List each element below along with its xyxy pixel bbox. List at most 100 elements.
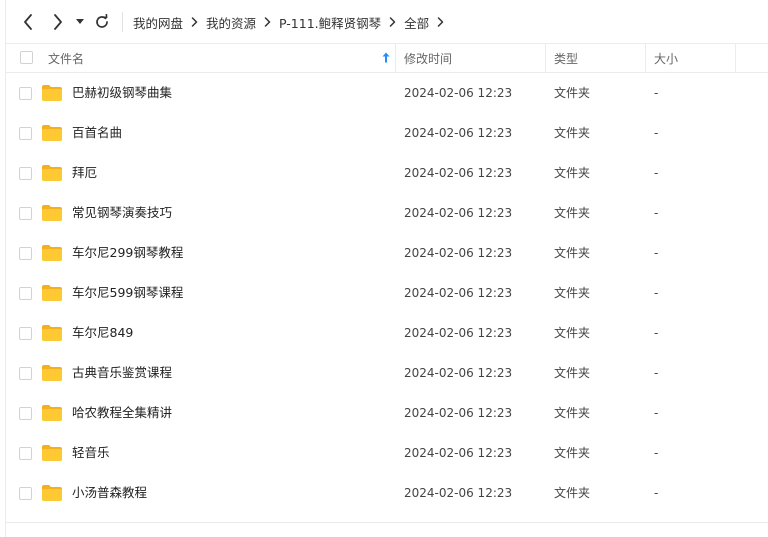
folder-icon [41,84,63,105]
column-divider[interactable] [645,44,646,72]
row-checkbox[interactable] [19,207,32,220]
file-type: 文件夹 [554,406,591,420]
breadcrumb-item-piano-folder[interactable]: P-111.鲍释贤钢琴 [279,13,381,32]
file-modified-time: 2024-02-06 12:23 [404,286,513,300]
chevron-right-icon [389,17,396,27]
file-size: - [654,366,659,380]
row-checkbox[interactable] [19,287,32,300]
select-all-checkbox[interactable] [20,51,33,64]
file-name[interactable]: 轻音乐 [72,433,110,473]
file-size: - [654,86,659,100]
file-type: 文件夹 [554,286,591,300]
file-row[interactable]: 哈农教程全集精讲 2024-02-06 12:23 文件夹 - [6,393,768,433]
breadcrumb-item-all[interactable]: 全部 [404,13,429,32]
file-list-header: 文件名 修改时间 类型 大小 [6,43,768,73]
file-type: 文件夹 [554,446,591,460]
file-type: 文件夹 [554,486,591,500]
file-modified-time: 2024-02-06 12:23 [404,446,513,460]
folder-icon [41,204,63,225]
file-name[interactable]: 小汤普森教程 [72,473,147,513]
column-header-name[interactable]: 文件名 [48,44,84,72]
file-row[interactable]: 巴赫初级钢琴曲集 2024-02-06 12:23 文件夹 - [6,73,768,113]
file-size: - [654,206,659,220]
file-name[interactable]: 哈农教程全集精讲 [72,393,172,433]
toolbar: 我的网盘 我的资源 P-111.鲍释贤钢琴 全部 [0,0,768,44]
chevron-right-icon [437,17,444,27]
column-divider[interactable] [395,44,396,72]
file-name[interactable]: 常见钢琴演奏技巧 [72,193,172,233]
chevron-right-icon [264,17,271,27]
file-size: - [654,446,659,460]
breadcrumb-item-my-resources[interactable]: 我的资源 [206,13,256,32]
file-row[interactable]: 车尔尼299钢琴教程 2024-02-06 12:23 文件夹 - [6,233,768,273]
row-checkbox[interactable] [19,447,32,460]
forward-button[interactable] [48,12,68,32]
file-name[interactable]: 巴赫初级钢琴曲集 [72,73,172,113]
file-row[interactable]: 小汤普森教程 2024-02-06 12:23 文件夹 - [6,473,768,513]
file-type: 文件夹 [554,246,591,260]
file-name[interactable]: 车尔尼849 [72,313,133,353]
toolbar-divider [122,12,123,32]
column-header-type[interactable]: 类型 [554,44,578,72]
file-type: 文件夹 [554,126,591,140]
row-checkbox[interactable] [19,367,32,380]
file-size: - [654,406,659,420]
caret-down-icon [76,19,84,24]
folder-icon [41,244,63,265]
file-modified-time: 2024-02-06 12:23 [404,486,513,500]
file-modified-time: 2024-02-06 12:23 [404,326,513,340]
file-size: - [654,246,659,260]
file-size: - [654,126,659,140]
file-modified-time: 2024-02-06 12:23 [404,166,513,180]
file-row[interactable]: 古典音乐鉴赏课程 2024-02-06 12:23 文件夹 - [6,353,768,393]
row-checkbox[interactable] [19,167,32,180]
file-name[interactable]: 拜厄 [72,153,97,193]
back-button[interactable] [18,12,38,32]
row-checkbox[interactable] [19,327,32,340]
file-list: 巴赫初级钢琴曲集 2024-02-06 12:23 文件夹 - 百首名曲 202… [6,73,768,513]
column-divider[interactable] [545,44,546,72]
folder-icon [41,444,63,465]
file-type: 文件夹 [554,206,591,220]
file-modified-time: 2024-02-06 12:23 [404,406,513,420]
column-divider[interactable] [735,44,736,72]
file-modified-time: 2024-02-06 12:23 [404,206,513,220]
folder-icon [41,284,63,305]
sort-ascending-icon[interactable] [382,52,390,66]
refresh-icon [96,14,108,28]
chevron-right-icon [191,17,198,27]
row-checkbox[interactable] [19,247,32,260]
file-type: 文件夹 [554,166,591,180]
refresh-button[interactable] [92,12,112,32]
row-checkbox[interactable] [19,127,32,140]
breadcrumb-item-my-drive[interactable]: 我的网盘 [133,13,183,32]
file-row[interactable]: 车尔尼849 2024-02-06 12:23 文件夹 - [6,313,768,353]
file-name[interactable]: 百首名曲 [72,113,122,153]
file-name[interactable]: 车尔尼299钢琴教程 [72,233,183,273]
row-checkbox[interactable] [19,87,32,100]
column-header-size[interactable]: 大小 [654,44,678,72]
row-checkbox[interactable] [19,487,32,500]
file-name[interactable]: 古典音乐鉴赏课程 [72,353,172,393]
file-row[interactable]: 拜厄 2024-02-06 12:23 文件夹 - [6,153,768,193]
file-row[interactable]: 轻音乐 2024-02-06 12:23 文件夹 - [6,433,768,473]
file-row[interactable]: 车尔尼599钢琴课程 2024-02-06 12:23 文件夹 - [6,273,768,313]
folder-icon [41,164,63,185]
column-header-modified[interactable]: 修改时间 [404,44,452,72]
folder-icon [41,364,63,385]
file-row[interactable]: 常见钢琴演奏技巧 2024-02-06 12:23 文件夹 - [6,193,768,233]
file-type: 文件夹 [554,326,591,340]
history-dropdown-button[interactable] [74,12,86,32]
folder-icon [41,404,63,425]
chevron-left-icon [24,14,32,30]
file-size: - [654,326,659,340]
file-name[interactable]: 车尔尼599钢琴课程 [72,273,183,313]
file-type: 文件夹 [554,366,591,380]
file-row[interactable]: 百首名曲 2024-02-06 12:23 文件夹 - [6,113,768,153]
breadcrumb: 我的网盘 我的资源 P-111.鲍释贤钢琴 全部 [133,0,452,44]
file-modified-time: 2024-02-06 12:23 [404,86,513,100]
list-bottom-divider [6,522,768,523]
row-checkbox[interactable] [19,407,32,420]
file-modified-time: 2024-02-06 12:23 [404,126,513,140]
file-type: 文件夹 [554,86,591,100]
